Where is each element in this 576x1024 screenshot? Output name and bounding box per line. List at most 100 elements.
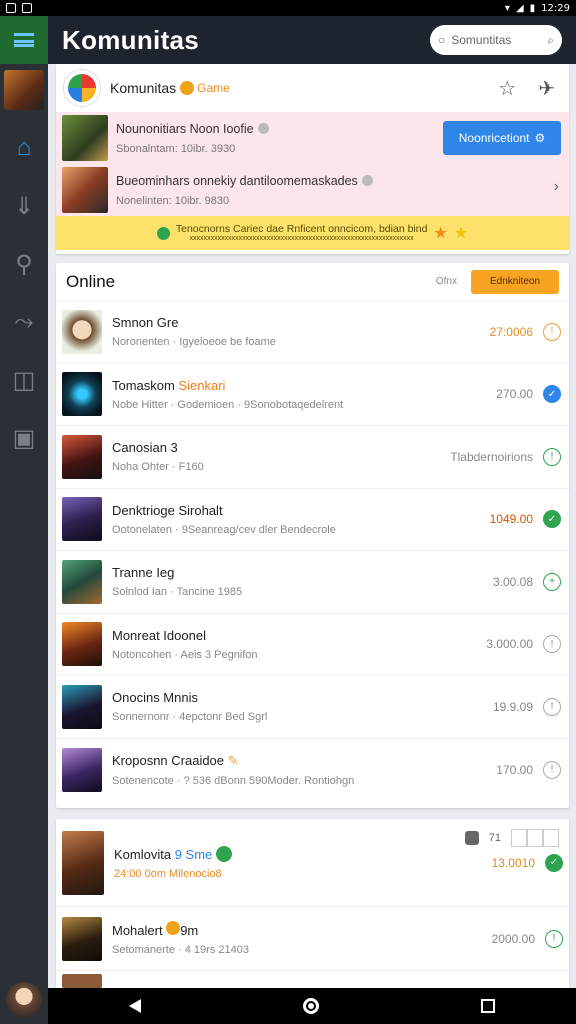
home-icon[interactable]: ⌂	[0, 128, 48, 168]
user-name: Kroposnn Craaidoe ✎	[112, 753, 496, 769]
list-item[interactable]: Smnon Gre Noronenten · Igyeloeoe be foam…	[56, 301, 569, 364]
info-icon[interactable]: !	[543, 760, 561, 779]
status-time: 12:29	[541, 2, 570, 14]
chevron-right-icon[interactable]: ›	[554, 178, 559, 196]
user-name-text: Tranne Ieg	[112, 565, 175, 581]
list-item[interactable]: Onocins Mnnis Sonnernonr · 4epctonr Bed …	[56, 676, 569, 739]
user-tag: 9m	[180, 923, 199, 938]
user-text: Tomaskom Sienkari Nobe Hitter · Godemioe…	[112, 378, 496, 411]
banner-text: Tenocnorns Cariec dae Rnficent onncicom,…	[176, 223, 428, 242]
home-button-icon[interactable]	[303, 998, 319, 1014]
list-item[interactable]: Denktrioge Sirohalt Ootonelaten · 9Seanr…	[56, 489, 569, 551]
user-name-text: Denktrioge Sirohalt	[112, 502, 223, 518]
notification-text: Nounonitiars Noon Ioofie Sbonalntam: 10i…	[116, 122, 269, 155]
back-icon[interactable]	[129, 999, 141, 1013]
user-tag: 9 Sme	[174, 846, 213, 862]
add-icon[interactable]: +	[543, 572, 561, 591]
search-icon[interactable]: ⌕	[547, 33, 554, 48]
info-icon[interactable]: !	[543, 322, 561, 341]
verified-icon	[257, 122, 269, 134]
list-item[interactable]: Tranne Ieg Solnlod Ian · Tancine 1985 3.…	[56, 551, 569, 614]
notification-item[interactable]: Bueominhars onnekiy dantiloomemaskades N…	[56, 164, 569, 216]
list-item[interactable]: Kroposnn Craaidoe ✎ Sotenencote · ? 536 …	[56, 739, 569, 802]
download-icon[interactable]: ⇓	[0, 186, 48, 226]
user-name: Tomaskom Sienkari	[112, 378, 496, 393]
info-icon[interactable]: !	[543, 447, 561, 466]
recents-icon[interactable]	[481, 999, 495, 1013]
star-badge-icon: ★	[433, 225, 448, 242]
community-header: Komunitas Game ☆ ✈	[56, 64, 569, 112]
check-icon[interactable]: ✓	[543, 385, 561, 404]
user-subtitle: Solnlod Ian · Tancine 1985	[112, 586, 243, 599]
send-icon[interactable]: ✈	[538, 76, 555, 101]
coin-icon	[180, 81, 195, 95]
list-item[interactable]: Komlovita 9 Sme 24:00 0om Milenocio8 13.…	[56, 819, 569, 907]
info-icon[interactable]: !	[543, 697, 561, 716]
pencil-icon: ✎	[227, 752, 239, 768]
user-value: 170.00	[496, 762, 533, 777]
user-name: Smnon Gre	[112, 315, 490, 330]
search-box[interactable]: ○ Somuntitas ⌕	[430, 25, 562, 55]
user-name-text: Kroposnn Craaidoe	[112, 752, 225, 768]
notification-thumbnail	[62, 115, 108, 161]
list-item[interactable]: Monreat Idoonel Notoncohen · Aeis 3 Pegn…	[56, 614, 569, 676]
user-avatar[interactable]	[6, 982, 42, 1018]
user-subtitle: Nobe Hitter · Godemioen · 9Sonobotaqedel…	[112, 398, 344, 411]
check-icon[interactable]: ✓	[545, 853, 563, 872]
menu-button[interactable]	[0, 16, 48, 64]
list-item[interactable]: Mohalert 9m Setomanerte · 4 19rs 21403 2…	[56, 907, 569, 971]
user-name-text: Onocins Mnnis	[112, 690, 198, 706]
avatar	[62, 974, 102, 988]
info-icon[interactable]: !	[545, 929, 563, 948]
battery-icon: ▮	[529, 2, 536, 14]
search-input[interactable]: Somuntitas	[451, 33, 541, 47]
community-actions: ☆ ✈	[498, 76, 561, 101]
user-value: 3.00.08	[492, 574, 533, 589]
star-icon: ★	[453, 225, 469, 242]
online-title: Online	[66, 271, 116, 291]
announcement-banner[interactable]: Tenocnorns Cariec dae Rnficent onncicom,…	[56, 216, 569, 250]
game-badge: Game	[180, 81, 230, 95]
user-value: 27:0006	[489, 324, 533, 339]
community-logo	[64, 70, 100, 106]
info-icon[interactable]: !	[543, 635, 561, 654]
user-name: Monreat Idoonel	[112, 628, 486, 643]
user-text: Canosian 3 Noha Ohter · F160	[112, 440, 450, 473]
check-icon	[156, 226, 170, 240]
user-text: Smnon Gre Noronenten · Igyeloeoe be foam…	[112, 315, 490, 348]
download-icon	[6, 3, 16, 13]
user-subtitle: 24:00 0om Milenocio8	[114, 867, 222, 880]
notification-button[interactable]: Noonricetiont ⚙	[443, 121, 561, 155]
list-item[interactable]: Canosian 3 Noha Ohter · F160 Tlabdernoir…	[56, 426, 569, 489]
avatar	[62, 559, 102, 604]
list-item[interactable]: Tomaskom Sienkari Nobe Hitter · Godemioe…	[56, 364, 569, 426]
avatar	[62, 684, 102, 729]
share-icon[interactable]: ⤳	[0, 302, 48, 342]
notifications-panel: Nounonitiars Noon Ioofie Sbonalntam: 10i…	[56, 112, 569, 216]
user-subtitle: Sonnernonr · 4epctonr Bed Sgrl	[112, 711, 268, 724]
user-name-text: Tomaskom	[112, 377, 179, 393]
search-prefix-icon: ○	[438, 33, 446, 47]
check-icon[interactable]: ✓	[543, 510, 561, 529]
user-text: Onocins Mnnis Sonnernonr · 4epctonr Bed …	[112, 690, 493, 723]
notification-title-text: Nounonitiars Noon Ioofie	[116, 121, 254, 136]
avatar	[62, 830, 104, 895]
notification-title: Bueominhars onnekiy dantiloomemaskades	[116, 174, 373, 188]
user-name: Denktrioge Sirohalt	[112, 503, 490, 518]
community-feed-card: 71 Komlovita 9 Sme 24:00 0om Milenocio8 …	[56, 819, 569, 989]
camera-icon[interactable]: ▣	[0, 418, 48, 458]
list-item[interactable]	[56, 971, 569, 989]
search-user-icon[interactable]: ⚲	[0, 244, 48, 284]
notification-subtitle: Sbonalntam: 10ibr. 3930	[116, 142, 236, 155]
community-avatar[interactable]	[4, 70, 44, 110]
chart-icon[interactable]: ◫	[0, 360, 48, 400]
notification-icons	[6, 3, 32, 13]
community-name: Komunitas	[110, 80, 177, 96]
online-meta: Ofnx	[435, 276, 457, 287]
online-action-button[interactable]: Ednkniteon	[471, 269, 559, 294]
user-text: Tranne Ieg Solnlod Ian · Tancine 1985	[112, 565, 493, 598]
notification-button-label: Noonricetiont	[458, 131, 530, 145]
verified-icon	[361, 174, 373, 186]
star-icon[interactable]: ☆	[498, 76, 516, 101]
user-name-text: Smnon Gre	[112, 315, 179, 331]
